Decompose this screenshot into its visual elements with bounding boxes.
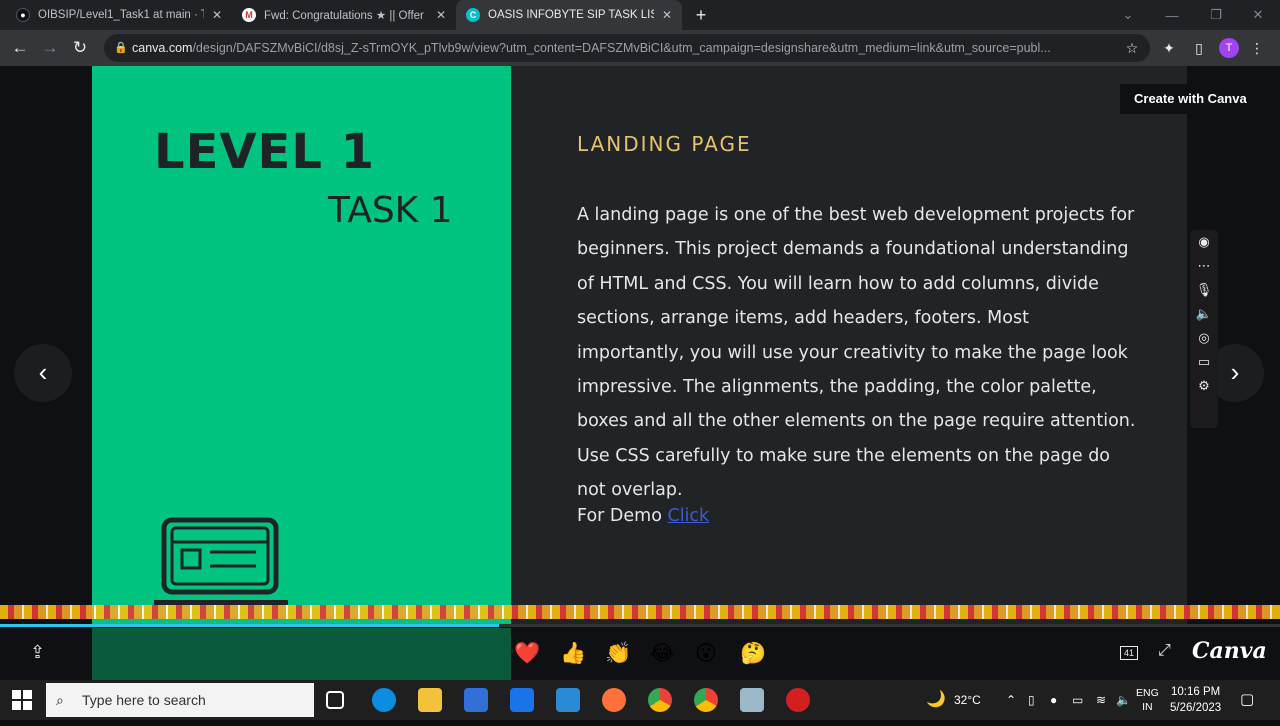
weather-icon[interactable]: 🌙 xyxy=(926,680,946,720)
taskbar-search-input[interactable]: ⌕ Type here to search xyxy=(46,683,314,717)
reaction-confetti-strip xyxy=(0,605,1280,619)
fullscreen-icon[interactable]: ⤢ xyxy=(1158,642,1171,660)
github-icon: ● xyxy=(16,8,30,22)
weather-temp[interactable]: 32°C xyxy=(954,680,981,720)
tab-gmail[interactable]: M Fwd: Congratulations ★ || Offer ✕ xyxy=(232,0,456,30)
extensions-icon[interactable]: ✦ xyxy=(1157,36,1181,60)
chrome-icon[interactable] xyxy=(648,688,672,712)
mail-icon[interactable] xyxy=(510,688,534,712)
window-icon[interactable]: ▭ xyxy=(1190,350,1218,374)
browser-tabstrip: ● OIBSIP/Level1_Task1 at main · Th ✕ M F… xyxy=(0,0,1280,30)
notepad-icon[interactable] xyxy=(740,688,764,712)
progress-fill xyxy=(0,624,500,627)
menu-icon[interactable]: ⋮ xyxy=(1245,36,1269,60)
restore-button[interactable]: ❐ xyxy=(1194,0,1238,30)
settings-icon[interactable]: ⚙ xyxy=(1190,374,1218,398)
lock-icon: 🔒 xyxy=(114,42,128,54)
reaction-thumbsup-button[interactable]: 👍 xyxy=(560,640,586,668)
demo-link[interactable]: Click xyxy=(667,506,709,526)
description-text: A landing page is one of the best web de… xyxy=(577,205,1136,501)
canva-bottom-bar: ⇪ ❤️ 👍 👏 😂 😮 🤔 41 ⤢ Canva xyxy=(0,628,1280,680)
tab-canva[interactable]: C OASIS INFOBYTE SIP TASK LIST ✕ xyxy=(456,0,682,30)
previous-slide-button[interactable]: ‹ xyxy=(14,344,72,402)
reaction-surprised-button[interactable]: 😮 xyxy=(695,640,717,668)
canva-icon: C xyxy=(466,8,480,22)
store-icon[interactable] xyxy=(464,688,488,712)
dots-icon[interactable]: ⋯ xyxy=(1190,254,1218,278)
windows-start-icon[interactable] xyxy=(12,690,32,710)
close-tab-icon[interactable]: ✕ xyxy=(212,8,222,22)
language-indicator[interactable]: ENG IN xyxy=(1136,686,1159,726)
speaker-icon[interactable]: 🔈 xyxy=(1190,302,1218,326)
camera-icon[interactable]: ◉ xyxy=(1190,230,1218,254)
address-bar[interactable]: 🔒 canva.com/design/DAFSZMvBiCI/d8sj_Z-sT… xyxy=(104,34,1150,62)
microphone-icon[interactable]: 🎙 xyxy=(1190,278,1218,302)
recorder-icon[interactable] xyxy=(786,688,810,712)
edge-icon[interactable] xyxy=(372,688,396,712)
slide-right-panel: LANDING PAGE A landing page is one of th… xyxy=(511,66,1187,626)
gmail-icon: M xyxy=(242,8,256,22)
recorder-toolbar: ◉ ⋯ 🎙 🔈 ◎ ▭ ⚙ xyxy=(1190,230,1218,428)
task-view-icon[interactable] xyxy=(326,691,344,709)
file-explorer-icon[interactable] xyxy=(418,688,442,712)
share-upload-icon[interactable]: ⇪ xyxy=(30,642,45,663)
tab-github[interactable]: ● OIBSIP/Level1_Task1 at main · Th ✕ xyxy=(6,0,232,30)
tray-app-icon[interactable]: ▯ xyxy=(1028,680,1035,720)
side-panel-icon[interactable]: ▯ xyxy=(1187,36,1211,60)
demo-label: For Demo xyxy=(577,506,662,526)
reaction-heart-button[interactable]: ❤️ xyxy=(514,640,540,668)
canva-logo[interactable]: Canva xyxy=(1192,638,1267,664)
windows-taskbar: ⌕ Type here to search 🌙 32°C ⌃ ▯ ● ▭ ≋ 🔈… xyxy=(0,680,1280,720)
profile-avatar[interactable]: T xyxy=(1219,38,1239,58)
reload-button[interactable]: ↻ xyxy=(68,36,92,60)
demo-line: For Demo Click xyxy=(577,506,709,526)
new-tab-button[interactable]: + xyxy=(690,4,712,26)
canva-viewer: LEVEL 1 TASK 1 LANDING PAGE A landing pa… xyxy=(0,66,1280,627)
tray-chevron-icon[interactable]: ⌃ xyxy=(1006,680,1016,720)
create-with-canva-button[interactable]: Create with Canva xyxy=(1120,84,1261,114)
notifications-icon[interactable]: ▢ xyxy=(1240,680,1254,720)
laptop-icon xyxy=(154,517,288,605)
section-title: LANDING PAGE xyxy=(577,132,752,156)
record-icon[interactable]: ◎ xyxy=(1190,326,1218,350)
reaction-laugh-button[interactable]: 😂 xyxy=(650,640,675,668)
level-heading: LEVEL 1 xyxy=(154,124,376,180)
slide-left-panel: LEVEL 1 TASK 1 xyxy=(92,66,511,626)
forward-button[interactable]: → xyxy=(38,36,62,60)
back-button[interactable]: ← xyxy=(8,36,32,60)
chrome-active-icon[interactable] xyxy=(694,688,718,712)
reaction-thinking-button[interactable]: 🤔 xyxy=(740,640,766,668)
firefox-icon[interactable] xyxy=(602,688,626,712)
browser-toolbar: ← → ↻ 🔒 canva.com/design/DAFSZMvBiCI/d8s… xyxy=(0,30,1280,66)
minimize-button[interactable]: — xyxy=(1150,0,1194,30)
close-window-button[interactable]: ✕ xyxy=(1236,0,1280,30)
taskbar-clock[interactable]: 10:16 PM 5/26/2023 xyxy=(1170,684,1221,716)
bookmark-star-icon[interactable]: ☆ xyxy=(1120,36,1144,60)
volume-icon[interactable]: 🔈 xyxy=(1116,680,1131,720)
search-icon: ⌕ xyxy=(56,692,64,708)
close-tab-icon[interactable]: ✕ xyxy=(662,8,672,22)
page-count-badge[interactable]: 41 xyxy=(1120,646,1139,660)
task-heading: TASK 1 xyxy=(328,190,453,231)
close-tab-icon[interactable]: ✕ xyxy=(436,8,446,22)
wifi-icon[interactable]: ≋ xyxy=(1096,680,1106,720)
tab-search-icon[interactable]: ⌄ xyxy=(1106,0,1150,30)
vscode-icon[interactable] xyxy=(556,688,580,712)
battery-icon[interactable]: ▭ xyxy=(1072,680,1083,720)
presentation-progress xyxy=(0,624,1280,627)
reaction-clap-button[interactable]: 👏 xyxy=(605,640,631,668)
bottom-green-strip xyxy=(92,628,511,680)
tray-mic-icon[interactable]: ● xyxy=(1050,680,1057,720)
